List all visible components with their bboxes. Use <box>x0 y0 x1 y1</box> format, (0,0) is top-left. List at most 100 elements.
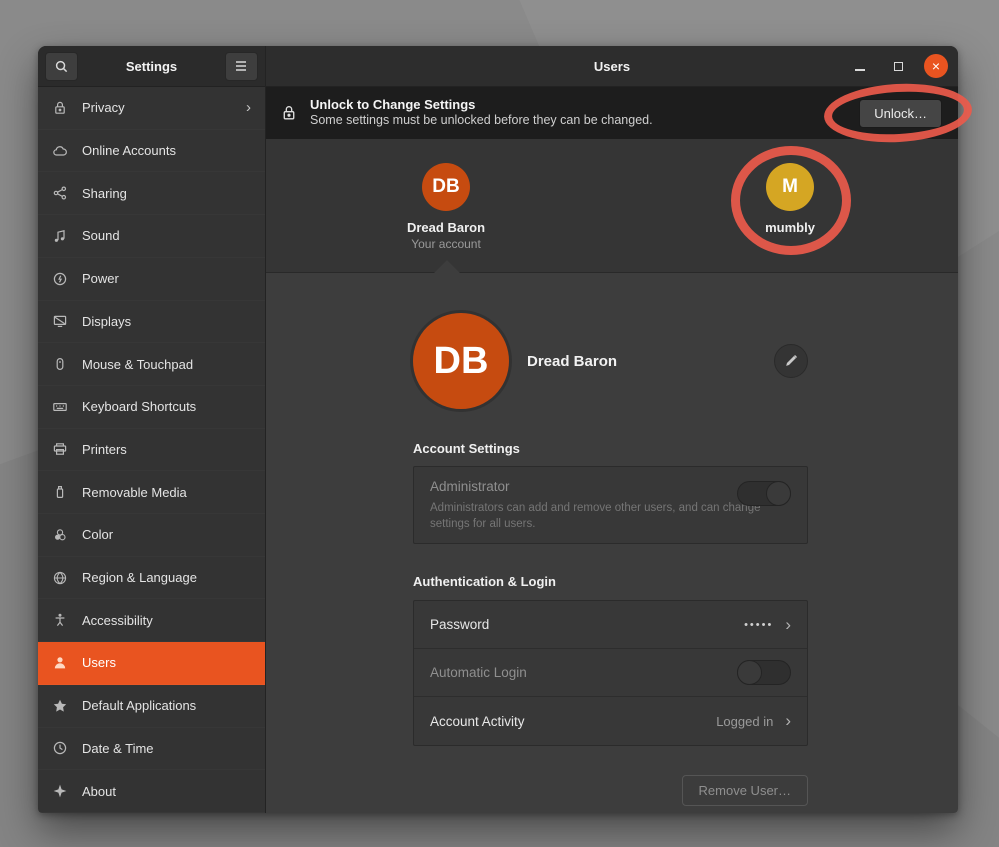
account-activity-row[interactable]: Account Activity Logged in › <box>414 697 807 745</box>
user-name: mumbly <box>710 220 870 235</box>
power-icon <box>52 271 68 287</box>
user-mumbly[interactable]: M mumbly <box>710 163 870 235</box>
sidebar-item-label: About <box>82 784 251 799</box>
remove-user-row: Remove User… <box>413 775 808 806</box>
sidebar-item-sound[interactable]: Sound <box>38 215 265 258</box>
sidebar-item-date-time[interactable]: Date & Time <box>38 728 265 771</box>
sidebar-item-power[interactable]: Power <box>38 258 265 301</box>
settings-window: Settings Privacy › Online Accounts Shari… <box>38 46 958 813</box>
password-row[interactable]: Password ••••• › <box>414 601 807 649</box>
sidebar-item-color[interactable]: Color <box>38 514 265 557</box>
sidebar-item-label: Region & Language <box>82 570 251 585</box>
minimize-button[interactable] <box>848 54 872 78</box>
user-details: DB Dread Baron Account Settings Administ… <box>266 273 958 813</box>
unlock-banner-subtitle: Some settings must be unlocked before th… <box>310 113 847 129</box>
automatic-login-toggle[interactable] <box>737 660 791 685</box>
avatar: M <box>766 163 814 211</box>
administrator-description: Administrators can add and remove other … <box>430 500 791 532</box>
auth-login-heading: Authentication & Login <box>413 574 808 589</box>
chevron-right-icon: › <box>785 615 791 635</box>
maximize-button[interactable] <box>886 54 910 78</box>
sidebar-item-keyboard-shortcuts[interactable]: Keyboard Shortcuts <box>38 386 265 429</box>
sidebar-item-region-language[interactable]: Region & Language <box>38 557 265 600</box>
sidebar-item-label: Removable Media <box>82 485 251 500</box>
auth-login-list: Password ••••• › Automatic Login Acco <box>413 600 808 746</box>
automatic-login-label: Automatic Login <box>430 665 527 680</box>
sidebar-item-sharing[interactable]: Sharing <box>38 172 265 215</box>
sidebar-item-label: Accessibility <box>82 613 251 628</box>
user-name: Dread Baron <box>366 220 526 235</box>
close-icon: × <box>932 59 940 73</box>
sidebar-item-online-accounts[interactable]: Online Accounts <box>38 130 265 173</box>
sidebar-item-label: Printers <box>82 442 251 457</box>
toggle-knob <box>766 481 791 506</box>
star-icon <box>52 698 68 714</box>
display-icon <box>52 313 68 329</box>
sidebar-title: Settings <box>126 59 177 74</box>
sidebar: Settings Privacy › Online Accounts Shari… <box>38 46 266 813</box>
accessibility-icon <box>52 612 68 628</box>
administrator-row: Administrator Administrators can add and… <box>413 466 808 544</box>
remove-user-button[interactable]: Remove User… <box>682 775 808 806</box>
profile-row: DB Dread Baron <box>413 313 808 409</box>
sidebar-item-label: Default Applications <box>82 698 251 713</box>
minimize-icon <box>855 69 865 71</box>
sidebar-item-default-applications[interactable]: Default Applications <box>38 685 265 728</box>
user-carousel: DB Dread Baron Your account M mumbly <box>266 139 958 273</box>
unlock-button[interactable]: Unlock… <box>859 99 942 128</box>
sidebar-item-displays[interactable]: Displays <box>38 301 265 344</box>
users-icon <box>52 655 68 671</box>
sidebar-item-label: Displays <box>82 314 251 329</box>
administrator-toggle[interactable] <box>737 481 791 506</box>
globe-icon <box>52 570 68 586</box>
sidebar-item-label: Color <box>82 527 251 542</box>
sidebar-item-removable-media[interactable]: Removable Media <box>38 471 265 514</box>
close-button[interactable]: × <box>924 54 948 78</box>
maximize-icon <box>894 62 903 71</box>
sidebar-item-label: Online Accounts <box>82 143 251 158</box>
search-icon <box>54 59 69 74</box>
toggle-knob <box>737 660 762 685</box>
music-note-icon <box>52 228 68 244</box>
sidebar-item-label: Sound <box>82 228 251 243</box>
sidebar-item-printers[interactable]: Printers <box>38 429 265 472</box>
search-button[interactable] <box>45 52 78 81</box>
rename-user-button[interactable] <box>774 344 808 378</box>
sidebar-headerbar: Settings <box>38 46 265 87</box>
account-activity-label: Account Activity <box>430 714 525 729</box>
main-headerbar: Users × <box>266 46 958 87</box>
user-dread-baron[interactable]: DB Dread Baron Your account <box>366 163 526 251</box>
profile-name: Dread Baron <box>527 353 617 370</box>
unlock-banner-text: Unlock to Change Settings Some settings … <box>310 97 847 129</box>
chevron-right-icon: › <box>785 711 791 731</box>
sidebar-item-mouse-touchpad[interactable]: Mouse & Touchpad <box>38 343 265 386</box>
cloud-icon <box>52 143 68 159</box>
lock-icon <box>280 104 298 122</box>
unlock-banner-title: Unlock to Change Settings <box>310 97 847 113</box>
account-settings-heading: Account Settings <box>413 441 808 456</box>
sidebar-list: Privacy › Online Accounts Sharing Sound … <box>38 87 265 813</box>
selected-user-notch <box>434 260 460 273</box>
profile-avatar[interactable]: DB <box>413 313 509 409</box>
main-panel: Users × Unlock to Change Settings Some s… <box>266 46 958 813</box>
hamburger-icon <box>234 60 248 72</box>
password-label: Password <box>430 617 489 632</box>
avatar: DB <box>422 163 470 211</box>
sidebar-item-label: Mouse & Touchpad <box>82 357 251 372</box>
lock-icon <box>52 100 68 116</box>
menu-button[interactable] <box>225 52 258 81</box>
sidebar-item-label: Users <box>82 655 251 670</box>
keyboard-icon <box>52 399 68 415</box>
sidebar-item-label: Privacy <box>82 100 232 115</box>
window-controls: × <box>848 54 958 78</box>
sidebar-item-about[interactable]: About <box>38 770 265 813</box>
sidebar-item-accessibility[interactable]: Accessibility <box>38 599 265 642</box>
mouse-icon <box>52 356 68 372</box>
account-activity-value: Logged in <box>716 714 773 729</box>
pencil-icon <box>784 354 798 368</box>
password-dots: ••••• <box>744 619 773 631</box>
sidebar-item-label: Date & Time <box>82 741 251 756</box>
sidebar-item-privacy[interactable]: Privacy › <box>38 87 265 130</box>
sidebar-item-users[interactable]: Users <box>38 642 265 685</box>
automatic-login-row: Automatic Login <box>414 649 807 697</box>
